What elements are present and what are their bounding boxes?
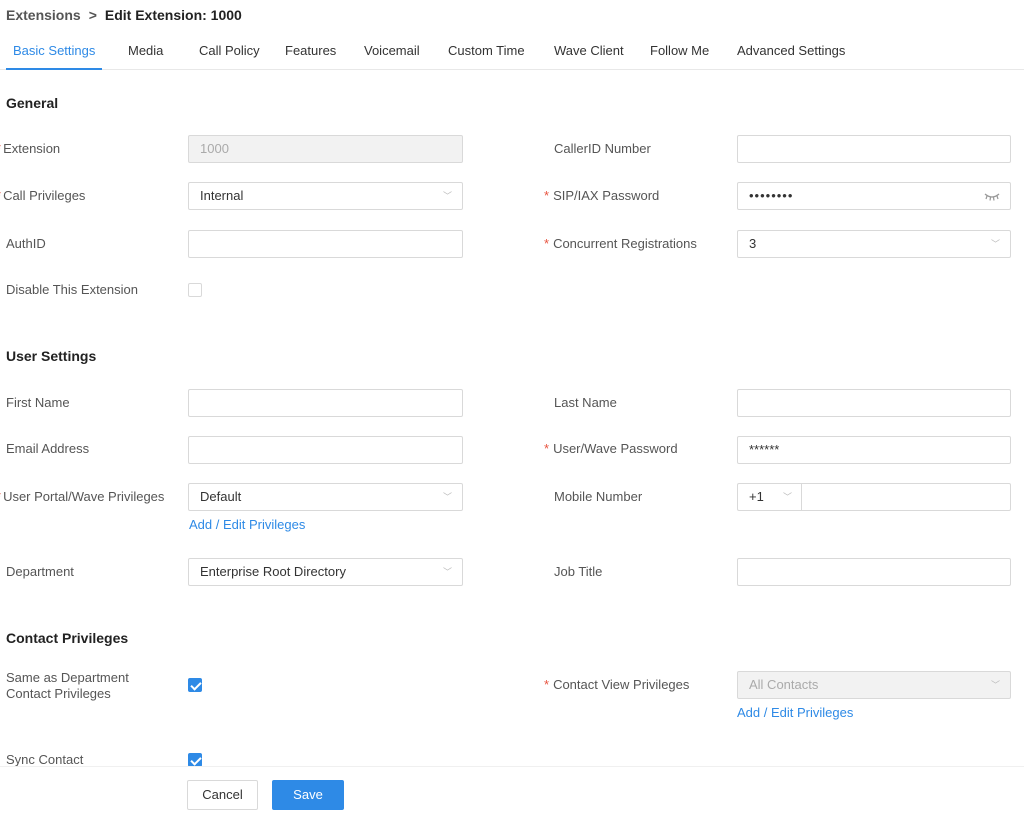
wave-password-label: * User/Wave Password	[544, 441, 678, 456]
sip-password-label: * SIP/IAX Password	[544, 188, 660, 203]
first-name-input[interactable]	[188, 389, 463, 417]
cancel-button[interactable]: Cancel	[187, 780, 258, 810]
page-title: Edit Extension: 1000	[104, 7, 242, 23]
tab-media[interactable]: Media	[128, 34, 163, 70]
country-code-select[interactable]: +1 ﹀	[737, 483, 801, 511]
tab-call-policy[interactable]: Call Policy	[199, 34, 260, 70]
callerid-number-input[interactable]	[737, 135, 1011, 163]
last-name-input[interactable]	[737, 389, 1011, 417]
add-edit-portal-privileges-link[interactable]: Add / Edit Privileges	[189, 517, 305, 532]
save-button[interactable]: Save	[272, 780, 344, 810]
last-name-label: Last Name	[554, 395, 617, 410]
breadcrumb: Extensions > Edit Extension: 1000	[6, 7, 242, 23]
tab-wave-client[interactable]: Wave Client	[554, 34, 624, 70]
tab-advanced-settings[interactable]: Advanced Settings	[737, 34, 845, 70]
call-privileges-select[interactable]: Internal ﹀	[188, 182, 463, 210]
tab-custom-time[interactable]: Custom Time	[448, 34, 525, 70]
contact-view-privileges-value: All Contacts	[749, 677, 819, 692]
section-title-general: General	[6, 95, 59, 111]
chevron-down-icon: ﹀	[990, 239, 1000, 249]
breadcrumb-extensions-link[interactable]: Extensions	[6, 7, 81, 23]
same-as-department-label-line2: Contact Privileges	[6, 686, 111, 701]
email-input[interactable]	[188, 436, 463, 464]
footer-bar: Cancel Save	[0, 766, 1024, 815]
sip-password-value: ••••••••	[749, 188, 794, 203]
mobile-number-label: Mobile Number	[554, 489, 643, 504]
email-label: Email Address	[6, 441, 90, 456]
wave-password-input[interactable]: ******	[737, 436, 1011, 464]
contact-view-privileges-select: All Contacts ﹀	[737, 671, 1011, 699]
portal-privileges-label: *User Portal/Wave Privileges	[0, 489, 165, 504]
chevron-down-icon: ﹀	[442, 492, 452, 502]
contact-view-privileges-label: * Contact View Privileges	[544, 677, 690, 692]
section-title-user-settings: User Settings	[6, 348, 97, 364]
tab-follow-me[interactable]: Follow Me	[650, 34, 709, 70]
callerid-number-label: CallerID Number	[554, 141, 651, 156]
tab-voicemail[interactable]: Voicemail	[364, 34, 420, 70]
authid-label: AuthID	[6, 236, 46, 251]
chevron-down-icon: ﹀	[442, 567, 452, 577]
department-select[interactable]: Enterprise Root Directory ﹀	[188, 558, 463, 586]
country-code-value: +1	[749, 489, 764, 504]
sync-contact-checkbox[interactable]	[188, 753, 202, 767]
tab-features[interactable]: Features	[285, 34, 336, 70]
call-privileges-label: *Call Privileges	[0, 188, 86, 203]
sip-password-input[interactable]: ••••••••	[737, 182, 1011, 210]
same-as-department-label-line1: Same as Department	[6, 670, 129, 685]
same-as-department-checkbox[interactable]	[188, 678, 202, 692]
job-title-input[interactable]	[737, 558, 1011, 586]
disable-extension-label: Disable This Extension	[6, 282, 138, 297]
disable-extension-checkbox[interactable]	[188, 283, 202, 297]
concurrent-registrations-select[interactable]: 3 ﹀	[737, 230, 1011, 258]
portal-privileges-value: Default	[200, 489, 242, 504]
add-edit-contact-privileges-link[interactable]: Add / Edit Privileges	[737, 705, 853, 720]
chevron-down-icon: ﹀	[782, 492, 792, 502]
tab-basic-settings[interactable]: Basic Settings	[6, 34, 103, 70]
department-value: Enterprise Root Directory	[200, 564, 346, 579]
breadcrumb-separator: >	[88, 7, 97, 23]
mobile-number-input[interactable]	[801, 483, 1011, 511]
chevron-down-icon: ﹀	[990, 680, 1000, 690]
eye-hidden-icon[interactable]	[984, 191, 1000, 201]
portal-privileges-select[interactable]: Default ﹀	[188, 483, 463, 511]
section-title-contact-privileges: Contact Privileges	[6, 630, 129, 646]
concurrent-registrations-value: 3	[749, 236, 757, 251]
tab-bar: Basic Settings Media Call Policy Feature…	[0, 34, 1024, 70]
chevron-down-icon: ﹀	[442, 191, 452, 201]
job-title-label: Job Title	[554, 564, 603, 579]
call-privileges-value: Internal	[200, 188, 244, 203]
concurrent-registrations-label: * Concurrent Registrations	[544, 236, 697, 251]
extension-input: 1000	[188, 135, 463, 163]
department-label: Department	[6, 564, 74, 579]
extension-label: *Extension	[0, 141, 61, 156]
first-name-label: First Name	[6, 395, 70, 410]
authid-input[interactable]	[188, 230, 463, 258]
